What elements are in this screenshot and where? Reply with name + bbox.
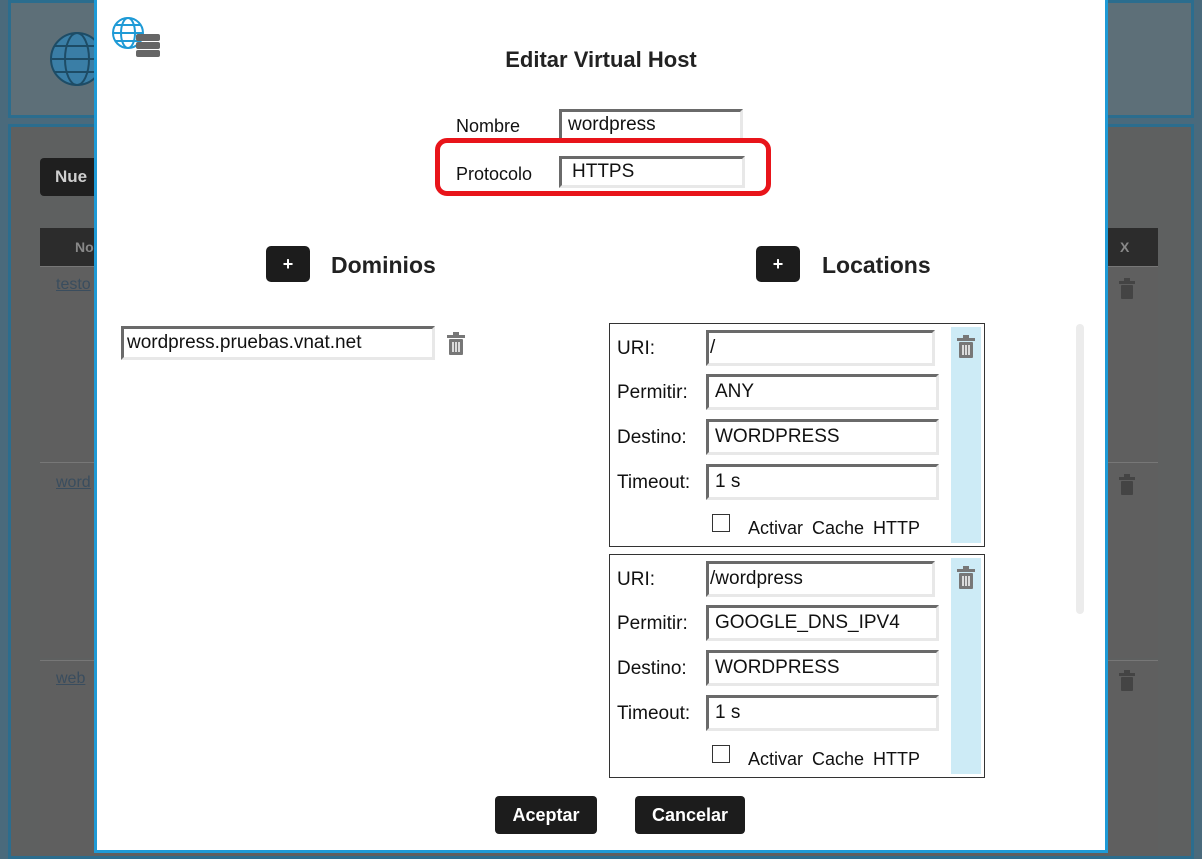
nombre-input[interactable]: wordpress <box>559 109 743 141</box>
locations-title: Locations <box>822 252 931 278</box>
dialog-title: Editar Virtual Host <box>505 47 697 72</box>
trash-icon[interactable] <box>1118 278 1136 300</box>
uri-label: URI: <box>617 338 655 359</box>
row-link[interactable]: web <box>56 670 85 688</box>
cache-checkbox[interactable] <box>712 514 730 532</box>
timeout-label: Timeout: <box>617 703 691 724</box>
cache-label: Activar Cache HTTP <box>748 518 921 538</box>
row-link[interactable]: word <box>56 474 91 492</box>
accept-button[interactable]: Aceptar <box>495 796 597 834</box>
column-header-delete: X <box>1120 239 1130 255</box>
column-header-name: No <box>75 239 94 255</box>
timeout-input[interactable]: 1 s <box>706 464 939 500</box>
delete-location-trash-icon[interactable] <box>957 335 975 359</box>
locations-scrollbar[interactable] <box>1076 324 1084 614</box>
cache-label: Activar Cache HTTP <box>748 749 921 769</box>
domain-input[interactable]: wordpress.pruebas.vnat.net <box>121 326 435 360</box>
dominios-title: Dominios <box>331 252 436 278</box>
timeout-input[interactable]: 1 s <box>706 695 939 731</box>
delete-location-trash-icon[interactable] <box>957 566 975 590</box>
destino-input[interactable]: WORDPRESS <box>706 419 939 455</box>
add-location-button[interactable]: + <box>756 246 800 282</box>
row-link[interactable]: testo <box>56 276 91 294</box>
location-card-sidebar <box>951 558 981 774</box>
nombre-label: Nombre <box>456 116 521 136</box>
protocolo-highlight <box>435 138 771 196</box>
uri-input[interactable]: / <box>706 330 935 366</box>
destino-label: Destino: <box>617 427 687 448</box>
cancel-button[interactable]: Cancelar <box>635 796 745 834</box>
location-card-sidebar <box>951 327 981 543</box>
timeout-label: Timeout: <box>617 472 691 493</box>
delete-domain-trash-icon[interactable] <box>447 332 465 356</box>
cache-checkbox[interactable] <box>712 745 730 763</box>
trash-icon[interactable] <box>1118 474 1136 496</box>
destino-input[interactable]: WORDPRESS <box>706 650 939 686</box>
uri-input[interactable]: /wordpress <box>706 561 935 597</box>
destino-label: Destino: <box>617 658 687 679</box>
edit-virtual-host-dialog: Editar Virtual Host Nombre wordpress Pro… <box>94 0 1108 853</box>
location-card: URI: /wordpress Permitir: GOOGLE_DNS_IPV… <box>609 554 985 778</box>
permitir-input[interactable]: ANY <box>706 374 939 410</box>
permitir-input[interactable]: GOOGLE_DNS_IPV4 <box>706 605 939 641</box>
trash-icon[interactable] <box>1118 670 1136 692</box>
add-domain-button[interactable]: + <box>266 246 310 282</box>
location-card: URI: / Permitir: ANY Destino: WORDPRESS … <box>609 323 985 547</box>
permitir-label: Permitir: <box>617 613 688 634</box>
uri-label: URI: <box>617 569 655 590</box>
permitir-label: Permitir: <box>617 382 688 403</box>
